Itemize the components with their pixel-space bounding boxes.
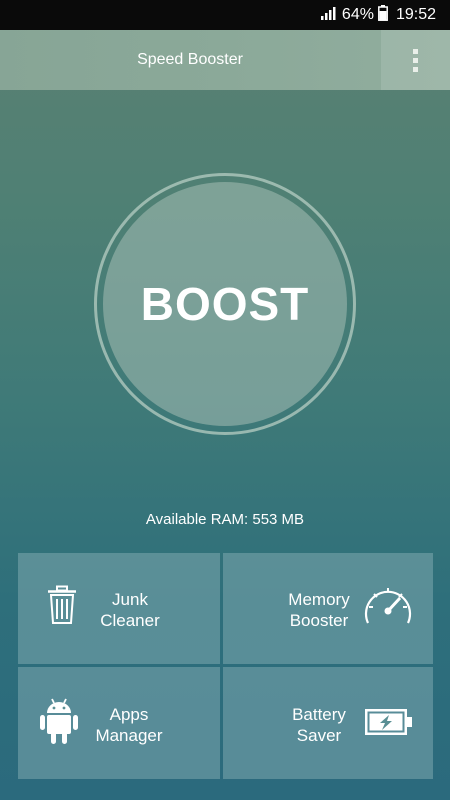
battery-charging-icon <box>365 709 413 740</box>
tile-label-line2: Manager <box>95 726 163 745</box>
tile-label-line1: Junk <box>112 590 148 609</box>
battery-icon <box>378 4 388 26</box>
memory-booster-tile[interactable]: Memory Booster <box>223 553 433 664</box>
tile-label: Battery Saver <box>277 704 361 746</box>
battery-percent: 64% <box>341 6 374 23</box>
boost-button-ring[interactable]: BOOST <box>94 173 356 435</box>
trash-icon <box>46 585 78 630</box>
speedometer-icon <box>361 583 415 634</box>
tile-label-line2: Booster <box>289 611 349 630</box>
tile-label-line1: Battery <box>292 705 346 724</box>
status-bar: 64% 19:52 <box>0 0 450 30</box>
overflow-menu-dot <box>413 57 418 63</box>
overflow-menu-button[interactable] <box>381 30 450 90</box>
app-title: Speed Booster <box>137 51 243 68</box>
junk-cleaner-tile[interactable]: Junk Cleaner <box>18 553 220 664</box>
clock: 19:52 <box>395 6 436 23</box>
android-icon <box>40 697 78 750</box>
battery-saver-tile[interactable]: Battery Saver <box>223 667 433 779</box>
overflow-menu-icon <box>413 48 418 54</box>
tile-label-line1: Apps <box>109 705 149 724</box>
tile-label-line2: Saver <box>296 726 342 745</box>
tile-label-line2: Cleaner <box>100 611 160 630</box>
tile-label: Memory Booster <box>275 589 363 631</box>
overflow-menu-dot <box>413 66 418 72</box>
signal-icon <box>320 6 336 25</box>
tile-label-line1: Memory <box>288 590 350 609</box>
apps-manager-tile[interactable]: Apps Manager <box>18 667 220 779</box>
app-bar: Speed Booster <box>0 30 450 90</box>
tile-label: Junk Cleaner <box>90 589 170 631</box>
tile-label: Apps Manager <box>86 704 172 746</box>
available-ram-text: Available RAM: 553 MB <box>145 511 305 528</box>
boost-button[interactable]: BOOST <box>103 182 347 426</box>
